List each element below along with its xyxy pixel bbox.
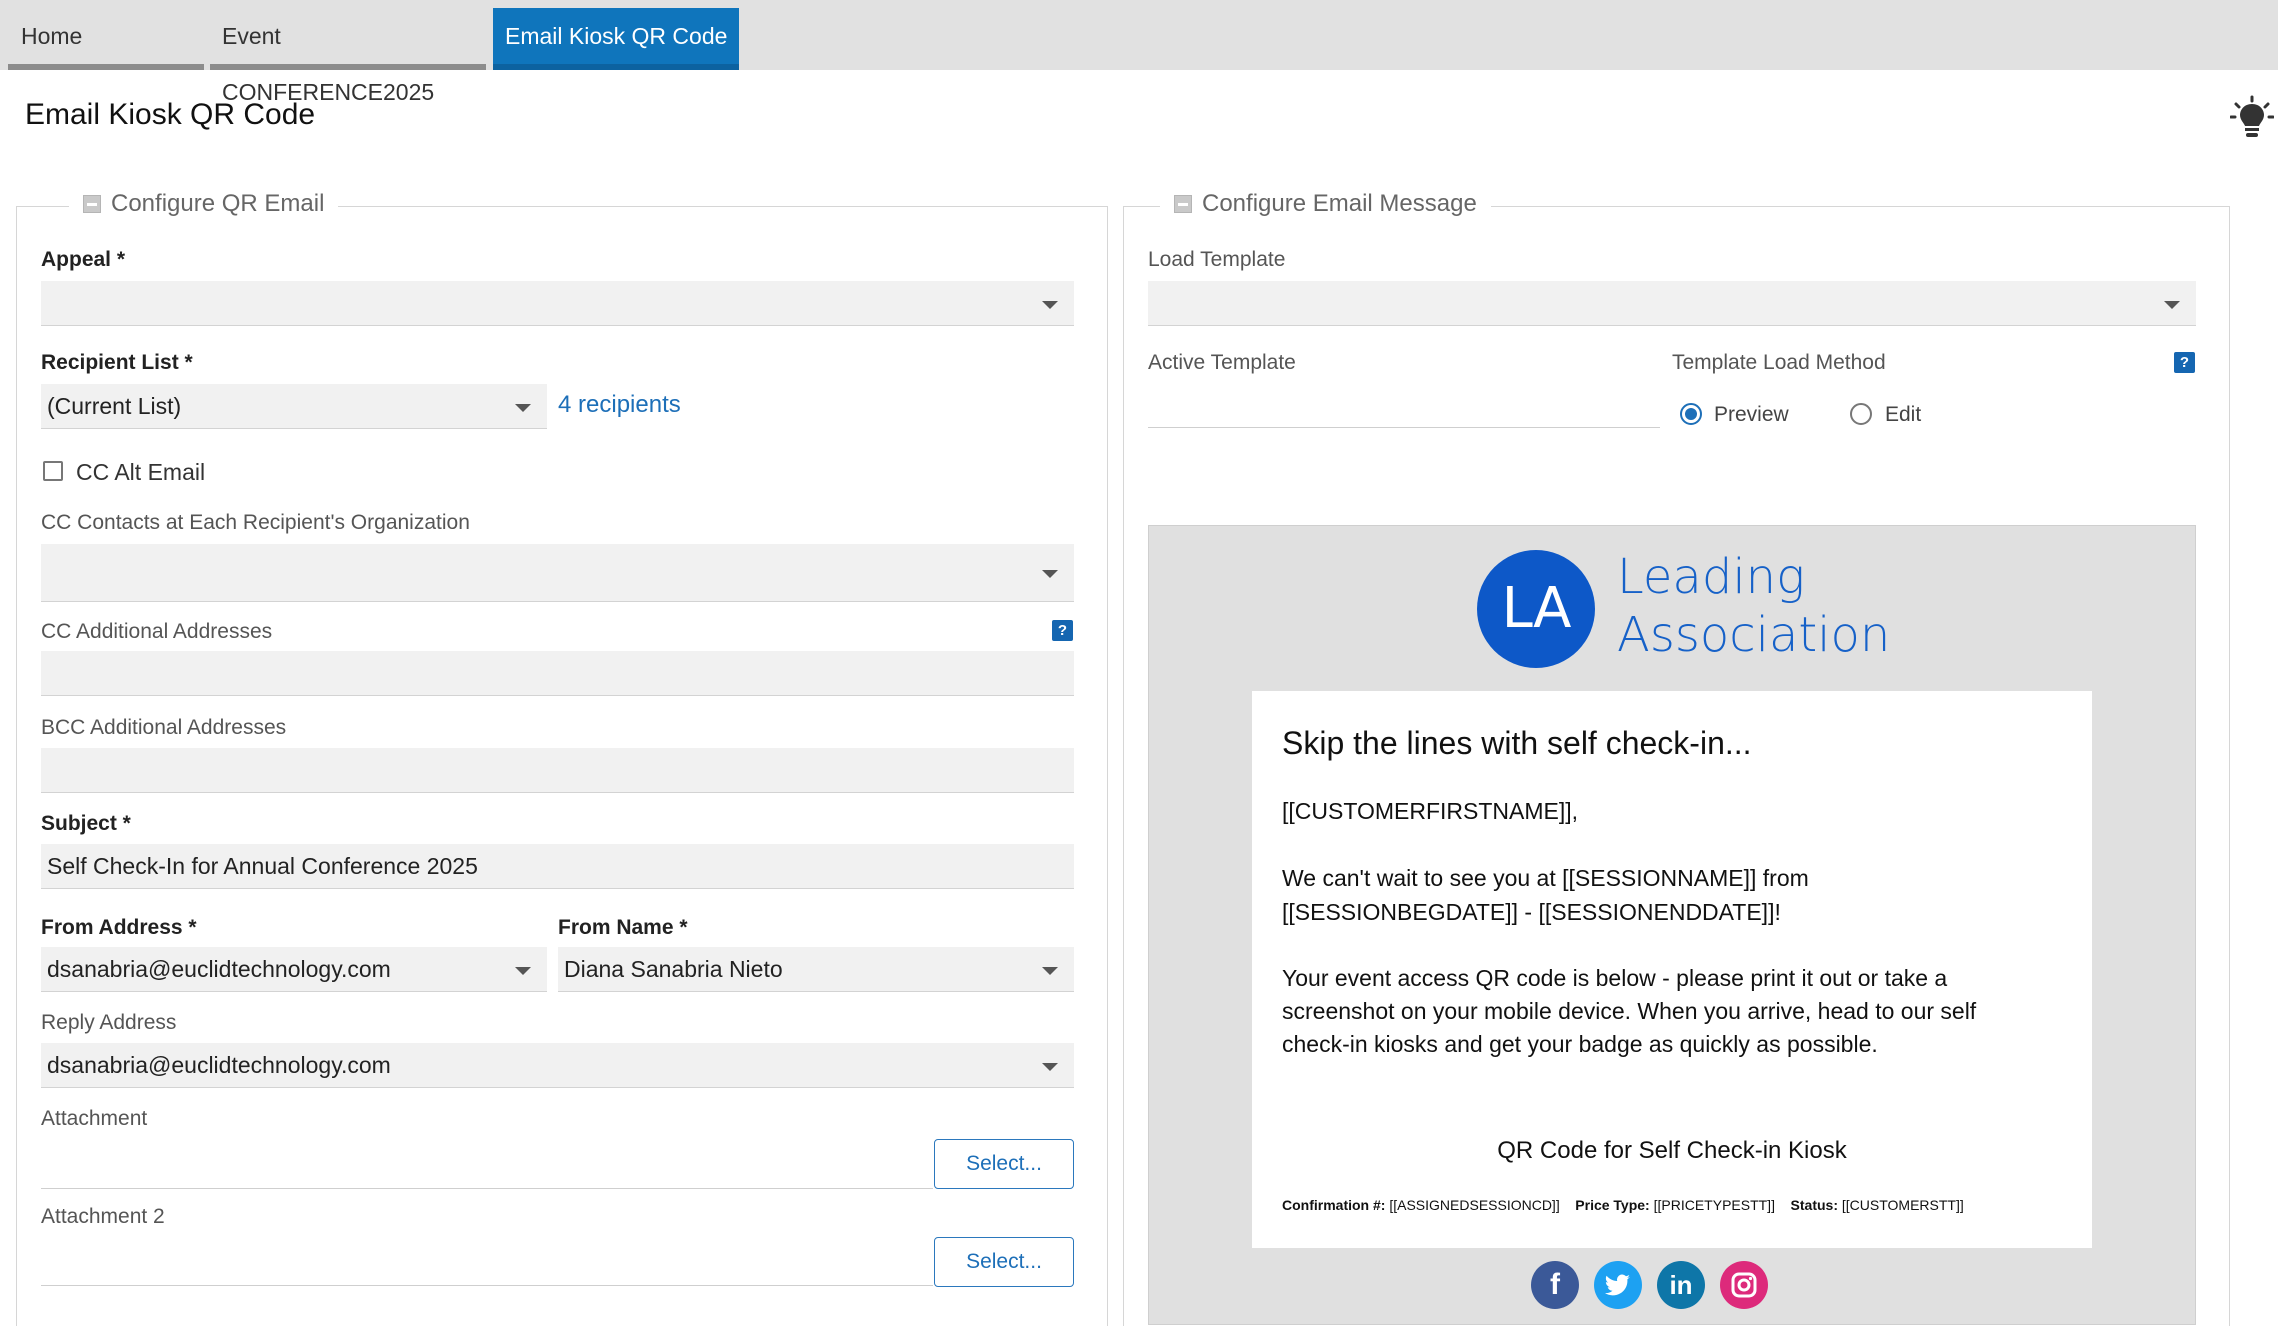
- chevron-down-icon: [515, 967, 531, 975]
- attachment2-label: Attachment 2: [41, 1205, 165, 1228]
- cc-additional-label: CC Additional Addresses: [41, 620, 273, 643]
- chevron-down-icon: [1042, 967, 1058, 975]
- tab-email-kiosk-label: Email Kiosk QR Code: [505, 23, 728, 49]
- tab-event[interactable]: Event CONFERENCE2025: [210, 8, 486, 105]
- chevron-down-icon: [2164, 301, 2180, 309]
- reply-address-value: dsanabria@euclidtechnology.com: [47, 1052, 391, 1078]
- help-icon[interactable]: ?: [2174, 352, 2195, 373]
- tab-event-label: Event CONFERENCE2025: [222, 23, 435, 105]
- appeal-select[interactable]: [41, 281, 1074, 326]
- attachment-select-button[interactable]: Select...: [934, 1139, 1074, 1189]
- attachment-field: [41, 1188, 933, 1189]
- bcc-additional-input[interactable]: [41, 748, 1074, 793]
- chevron-down-icon: [1042, 1063, 1058, 1071]
- logo-initials: LA: [1477, 550, 1595, 668]
- collapse-icon[interactable]: [1174, 195, 1192, 213]
- subject-input[interactable]: Self Check-In for Annual Conference 2025: [41, 844, 1074, 889]
- load-template-label: Load Template: [1148, 248, 1286, 271]
- email-greeting: [[CUSTOMERFIRSTNAME]],: [1282, 798, 1579, 824]
- reply-address-select[interactable]: dsanabria@euclidtechnology.com: [41, 1043, 1074, 1088]
- status-label: Status:: [1790, 1197, 1838, 1213]
- radio-preview[interactable]: [1680, 403, 1702, 425]
- conf-value: [[ASSIGNEDSESSIONCD]]: [1389, 1197, 1560, 1213]
- cc-alt-email-label: CC Alt Email: [76, 459, 206, 485]
- from-address-label: From Address *: [41, 916, 197, 939]
- subject-label: Subject *: [41, 812, 131, 835]
- logo-line1: Leading: [1617, 549, 1805, 605]
- appeal-label: Appeal *: [41, 248, 126, 271]
- cc-contacts-label: CC Contacts at Each Recipient's Organiza…: [41, 511, 470, 534]
- logo-name: Leading Association: [1617, 548, 1890, 664]
- template-load-method-label: Template Load Method: [1672, 351, 1886, 374]
- radio-edit[interactable]: [1850, 403, 1872, 425]
- lightbulb-icon[interactable]: [2230, 95, 2274, 139]
- price-value: [[PRICETYPESTT]]: [1653, 1197, 1775, 1213]
- chevron-down-icon: [1042, 570, 1058, 578]
- tab-bar: Home Event CONFERENCE2025 Email Kiosk QR…: [0, 0, 2278, 105]
- help-icon[interactable]: ?: [1052, 620, 1073, 641]
- attachment-label: Attachment: [41, 1107, 148, 1130]
- from-name-value: Diana Sanabria Nieto: [564, 956, 783, 982]
- attachment2-select-button[interactable]: Select...: [934, 1237, 1074, 1287]
- linkedin-icon[interactable]: in: [1657, 1261, 1705, 1309]
- attachment2-field: [41, 1285, 933, 1286]
- status-value: [[CUSTOMERSTT]]: [1841, 1197, 1964, 1213]
- email-line5: check-in kiosks and get your badge as qu…: [1282, 1031, 1878, 1057]
- reply-address-label: Reply Address: [41, 1011, 177, 1034]
- email-line1: We can't wait to see you at [[SESSIONNAM…: [1282, 865, 1809, 891]
- recipient-list-select[interactable]: (Current List): [41, 384, 547, 429]
- facebook-icon[interactable]: f: [1531, 1261, 1579, 1309]
- logo-line2: Association: [1617, 607, 1891, 663]
- from-name-select[interactable]: Diana Sanabria Nieto: [558, 947, 1074, 992]
- legend-label: Configure Email Message: [1202, 190, 1477, 217]
- radio-preview-label: Preview: [1714, 403, 1789, 426]
- chevron-down-icon: [1042, 301, 1058, 309]
- chevron-down-icon: [515, 404, 531, 412]
- active-template-label: Active Template: [1148, 351, 1296, 374]
- configure-email-message-legend[interactable]: Configure Email Message: [1160, 190, 1491, 218]
- qr-code-label: QR Code for Self Check-in Kiosk: [1497, 1137, 1847, 1164]
- radio-edit-label: Edit: [1885, 403, 1922, 426]
- cc-contacts-select[interactable]: [41, 544, 1074, 602]
- page-title: Email Kiosk QR Code: [25, 98, 316, 131]
- price-label: Price Type:: [1575, 1197, 1650, 1213]
- email-line3: Your event access QR code is below - ple…: [1282, 965, 1948, 991]
- active-template-field[interactable]: [1148, 427, 1660, 428]
- recipients-count-link[interactable]: 4 recipients: [558, 391, 681, 419]
- cc-additional-input[interactable]: [41, 651, 1074, 696]
- email-preview: LA Leading Association Skip the lines wi…: [1148, 525, 2196, 1325]
- collapse-icon[interactable]: [83, 195, 101, 213]
- email-line4: screenshot on your mobile device. When y…: [1282, 998, 1977, 1024]
- recipient-list-value: (Current List): [47, 393, 182, 419]
- conf-label: Confirmation #:: [1282, 1197, 1386, 1213]
- load-template-select[interactable]: [1148, 281, 2196, 326]
- twitter-icon[interactable]: [1594, 1261, 1642, 1309]
- from-name-label: From Name *: [558, 916, 688, 939]
- recipient-list-label: Recipient List *: [41, 351, 193, 374]
- from-address-value: dsanabria@euclidtechnology.com: [47, 956, 391, 982]
- from-address-select[interactable]: dsanabria@euclidtechnology.com: [41, 947, 547, 992]
- tab-home[interactable]: Home: [8, 8, 204, 70]
- tab-email-kiosk-qr-code[interactable]: Email Kiosk QR Code: [493, 8, 740, 70]
- confirmation-line: Confirmation #: [[ASSIGNEDSESSIONCD]] Pr…: [1282, 1197, 1964, 1213]
- instagram-icon[interactable]: [1720, 1261, 1768, 1309]
- email-line2: [[SESSIONBEGDATE]] - [[SESSIONENDDATE]]!: [1282, 899, 1781, 925]
- tab-home-label: Home: [21, 23, 83, 49]
- email-body-card: Skip the lines with self check-in... [[C…: [1252, 691, 2092, 1248]
- subject-value: Self Check-In for Annual Conference 2025: [47, 853, 478, 879]
- cc-alt-email-checkbox[interactable]: [43, 461, 63, 481]
- configure-qr-email-legend[interactable]: Configure QR Email: [69, 190, 339, 218]
- legend-label: Configure QR Email: [111, 190, 325, 217]
- bcc-additional-label: BCC Additional Addresses: [41, 716, 287, 739]
- email-heading: Skip the lines with self check-in...: [1282, 725, 1752, 761]
